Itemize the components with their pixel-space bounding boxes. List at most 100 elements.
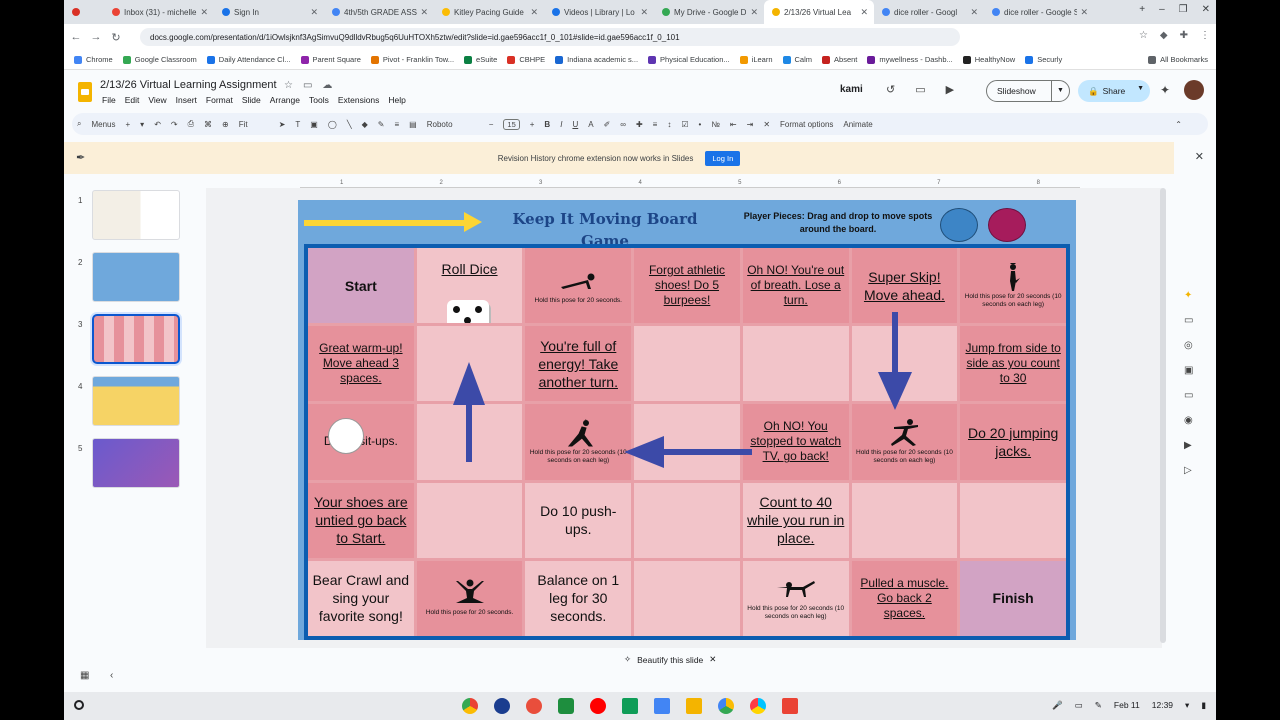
board-space[interactable]: Jump from side to side as you count to 3…	[960, 326, 1066, 402]
sheets-icon[interactable]	[622, 698, 638, 714]
text-color-icon[interactable]: A	[588, 120, 593, 129]
bookmark-item[interactable]: All Bookmarks	[1148, 55, 1208, 64]
browser-tab[interactable]: My Drive - Google D ✕	[654, 0, 764, 24]
search-icon[interactable]: ⌕	[77, 119, 81, 129]
gemini-icon[interactable]: ✦	[1160, 83, 1170, 97]
highlight-icon[interactable]: ✐	[604, 120, 611, 129]
slide-thumbnail[interactable]	[92, 252, 180, 302]
slide-title[interactable]: Keep It Moving Board Game	[498, 208, 712, 246]
video-icon[interactable]: ▶	[1184, 440, 1193, 451]
chevron-down-icon[interactable]: ▼	[1051, 81, 1069, 101]
bookmark-item[interactable]: Parent Square	[300, 55, 361, 64]
launcher-icon[interactable]	[74, 700, 84, 710]
board-space[interactable]: You're full of energy! Take another turn…	[525, 326, 632, 402]
border-color-icon[interactable]: ✎	[378, 120, 385, 129]
board-space[interactable]: Bear Crawl and sing your favorite song!	[308, 560, 414, 636]
kami-button[interactable]: kami	[840, 84, 863, 95]
browser-tab[interactable]: Videos | Library | Lo ✕	[544, 0, 654, 24]
back-icon[interactable]: ←	[68, 31, 84, 43]
board-space[interactable]: Pulled a muscle. Go back 2 spaces.	[851, 560, 958, 636]
folder-icon[interactable]: ▭	[303, 80, 312, 91]
bookmark-item[interactable]: iLearn	[739, 55, 773, 64]
comment-add-icon[interactable]: ✚	[636, 120, 643, 129]
paint-format-icon[interactable]: ⌘	[204, 120, 212, 129]
board-space[interactable]: Balance on 1 leg for 30 seconds.	[525, 560, 632, 636]
shape-icon[interactable]: ◯	[328, 120, 337, 129]
close-icon[interactable]: ✕	[1195, 150, 1204, 163]
menu-edit[interactable]: Edit	[125, 95, 140, 105]
menu-view[interactable]: View	[148, 95, 166, 105]
app-icon[interactable]	[526, 698, 542, 714]
bookmark-item[interactable]: Daily Attendance Cl...	[206, 55, 291, 64]
bookmark-item[interactable]: Chrome	[74, 55, 113, 64]
menu-format[interactable]: Format	[206, 95, 233, 105]
board-space[interactable]	[851, 326, 958, 402]
zoom-select[interactable]: Fit	[239, 120, 269, 129]
puzzle-icon[interactable]: ✚	[1180, 30, 1188, 41]
border-weight-icon[interactable]: ≡	[395, 120, 400, 129]
board-space[interactable]: Forgot athletic shoes! Do 5 burpees!	[634, 248, 740, 324]
omnibox[interactable]: docs.google.com/presentation/d/1iOwlsjkn…	[140, 28, 960, 46]
menu-insert[interactable]: Insert	[176, 95, 197, 105]
board-space[interactable]: Super Skip! Move ahead.	[851, 248, 958, 324]
cloud-icon[interactable]: ☁	[322, 80, 332, 91]
record-icon[interactable]: ◉	[1184, 415, 1193, 426]
contacts-icon[interactable]: ▣	[1184, 365, 1193, 376]
checklist-icon[interactable]: ☑	[681, 120, 688, 129]
board-space[interactable]	[416, 404, 523, 480]
present-icon[interactable]: ▷	[1184, 465, 1193, 476]
tab-active[interactable]: 2/13/26 Virtual Lea ✕	[764, 0, 874, 24]
keep-icon[interactable]: ▭	[1184, 315, 1193, 326]
reload-icon[interactable]: ↻	[108, 31, 124, 44]
board-space[interactable]	[634, 404, 740, 480]
tab-close-icon[interactable]: ✕	[1080, 7, 1088, 18]
bold-icon[interactable]: B	[544, 120, 550, 129]
underline-icon[interactable]: U	[572, 120, 578, 129]
font-select[interactable]: Roboto	[427, 120, 479, 129]
board-space[interactable]	[416, 326, 523, 402]
tab-close-icon[interactable]: ✕	[640, 7, 648, 18]
blue-player-piece[interactable]	[940, 208, 978, 242]
bookmark-item[interactable]: Google Classroom	[122, 55, 197, 64]
browser-tab[interactable]: 4th/5th GRADE ASSI ✕	[324, 0, 434, 24]
board-space[interactable]	[851, 482, 958, 558]
browser-tab[interactable]	[64, 0, 104, 24]
redo-icon[interactable]: ↷	[171, 120, 178, 129]
browser-tab[interactable]: Kitley Pacing Guide ✕	[434, 0, 544, 24]
print-icon[interactable]: ⎙	[188, 119, 194, 129]
menu-slide[interactable]: Slide	[242, 95, 261, 105]
line-spacing-icon[interactable]: ↕	[667, 120, 671, 129]
board-space[interactable]	[742, 326, 849, 402]
avatar[interactable]	[1184, 80, 1204, 100]
board-space[interactable]: Hold this pose for 20 seconds (10 second…	[960, 248, 1066, 324]
maximize-icon[interactable]: ❐	[1179, 4, 1188, 15]
slideshow-button[interactable]: Slideshow ▼	[986, 80, 1070, 102]
board-space[interactable]: Do 20 jumping jacks.	[960, 404, 1066, 480]
slide-thumbnail[interactable]	[92, 438, 180, 488]
slide-thumbnail-selected[interactable]	[92, 314, 180, 364]
tab-close-icon[interactable]: ✕	[970, 7, 978, 18]
numbered-list-icon[interactable]: №	[711, 120, 720, 129]
minimize-icon[interactable]: –	[1159, 4, 1165, 15]
board-space[interactable]: Do 10 push-ups.	[525, 482, 632, 558]
board-space[interactable]: Hold this pose for 20 seconds (10 second…	[525, 404, 632, 480]
fill-color-icon[interactable]: ◆	[362, 120, 368, 129]
collapse-panel-icon[interactable]: ‹	[110, 670, 113, 681]
youtube-icon[interactable]	[590, 698, 606, 714]
tab-close-icon[interactable]: ✕	[310, 7, 318, 18]
history-icon[interactable]: ↺	[886, 83, 895, 96]
board-space[interactable]: Your shoes are untied go back to Start.	[308, 482, 414, 558]
docs-icon[interactable]	[654, 698, 670, 714]
browser-tab[interactable]: Sign In ✕	[214, 0, 324, 24]
board-space[interactable]: Great warm-up! Move ahead 3 spaces.	[308, 326, 414, 402]
board-space[interactable]	[634, 326, 740, 402]
increase-size-icon[interactable]: +	[530, 120, 535, 129]
board-space[interactable]: Oh NO! You're out of breath. Lose a turn…	[742, 248, 849, 324]
board-space[interactable]: Start	[308, 248, 414, 324]
bookmark-item[interactable]: Calm	[782, 55, 812, 64]
log-in-button[interactable]: Log In	[705, 150, 741, 166]
chrome-icon[interactable]	[462, 698, 478, 714]
new-slide-icon[interactable]: ▾	[140, 120, 144, 129]
board-space[interactable]: Hold this pose for 20 seconds (10 second…	[742, 560, 849, 636]
board-space[interactable]: Do 10 sit-ups.	[308, 404, 414, 480]
